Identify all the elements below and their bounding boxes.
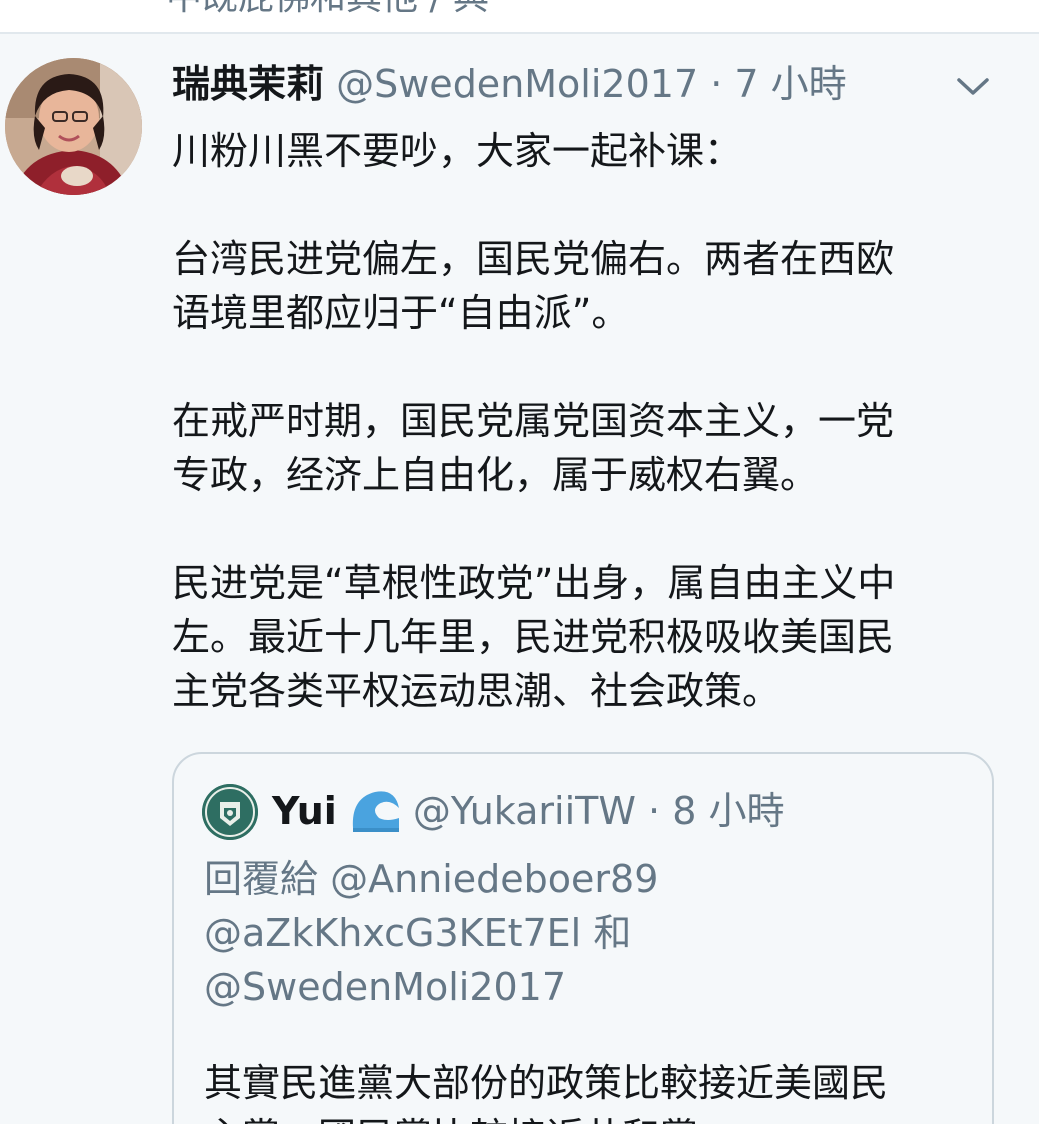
separator-dot: · bbox=[648, 789, 661, 833]
tweet[interactable]: 瑞典茉莉 @SwedenMoli2017 · 7 小時 川粉川黑不要吵，大家一起… bbox=[0, 34, 1039, 1124]
quoted-timestamp[interactable]: 8 小時 bbox=[672, 789, 784, 833]
reply-line[interactable]: @aZkKhxcG3KEt7El 和 bbox=[204, 906, 658, 960]
wave-icon bbox=[349, 788, 401, 832]
quoted-user-handle[interactable]: @YukariiTW bbox=[413, 789, 636, 833]
previous-tweet-text: 中既屁佛和其他 / 與 bbox=[166, 0, 489, 22]
tweet-text-line: 左。最近十几年里，民进党积极吸收美国民 bbox=[172, 615, 895, 659]
separator-dot: · bbox=[710, 62, 723, 106]
tweet-text-line: 主党各类平权运动思潮、社会政策。 bbox=[172, 669, 781, 713]
tweet-header: 瑞典茉莉 @SwedenMoli2017 · 7 小時 bbox=[172, 56, 847, 112]
quoted-text-line: 其實民進黨大部份的政策比較接近美國民 bbox=[204, 1061, 889, 1105]
timeline: 中既屁佛和其他 / 與 瑞典茉莉 @SwedenMoli20 bbox=[0, 0, 1039, 1124]
quoted-tweet-header: Yui @YukariiTW · 8 小時 bbox=[272, 781, 784, 841]
tweet-text-line: 川粉川黑不要吵，大家一起补课： bbox=[172, 129, 743, 173]
reply-line[interactable]: @SwedenMoli2017 bbox=[204, 960, 658, 1014]
tweet-text-line: 语境里都应归于“自由派”。 bbox=[172, 291, 630, 335]
quoted-tweet-text: 其實民進黨大部份的政策比較接近美國民 主黨。國民黨比較接近共和黨。 bbox=[204, 1056, 888, 1124]
previous-tweet-fragment: 中既屁佛和其他 / 與 bbox=[0, 0, 1039, 32]
avatar-photo bbox=[5, 58, 142, 195]
quoted-display-name[interactable]: Yui bbox=[272, 789, 337, 833]
quoted-tweet[interactable]: Yui @YukariiTW · 8 小時 回覆給 @Anniedeboer89 … bbox=[172, 752, 994, 1124]
tweet-text-line: 在戒严时期，国民党属党国资本主义，一党 bbox=[172, 399, 895, 443]
chevron-down-icon[interactable] bbox=[955, 74, 991, 98]
avatar[interactable] bbox=[5, 58, 142, 195]
tweet-text-line: 民进党是“草根性政党”出身，属自由主义中 bbox=[172, 561, 896, 605]
tweet-text: 川粉川黑不要吵，大家一起补课： 台湾民进党偏左，国民党偏右。两者在西欧 语境里都… bbox=[172, 124, 992, 718]
quoted-avatar[interactable] bbox=[202, 784, 258, 840]
user-handle[interactable]: @SwedenMoli2017 bbox=[336, 62, 698, 106]
timestamp[interactable]: 7 小時 bbox=[734, 62, 846, 106]
tweet-text-line: 专政，经济上自由化，属于威权右翼。 bbox=[172, 453, 819, 497]
reply-line[interactable]: 回覆給 @Anniedeboer89 bbox=[204, 852, 658, 906]
tweet-text-line: 台湾民进党偏左，国民党偏右。两者在西欧 bbox=[172, 237, 895, 281]
display-name[interactable]: 瑞典茉莉 bbox=[172, 62, 324, 106]
quoted-text-line: 主黨。國民黨比較接近共和黨。 bbox=[204, 1110, 888, 1124]
reply-context: 回覆給 @Anniedeboer89 @aZkKhxcG3KEt7El 和 @S… bbox=[204, 852, 658, 1014]
